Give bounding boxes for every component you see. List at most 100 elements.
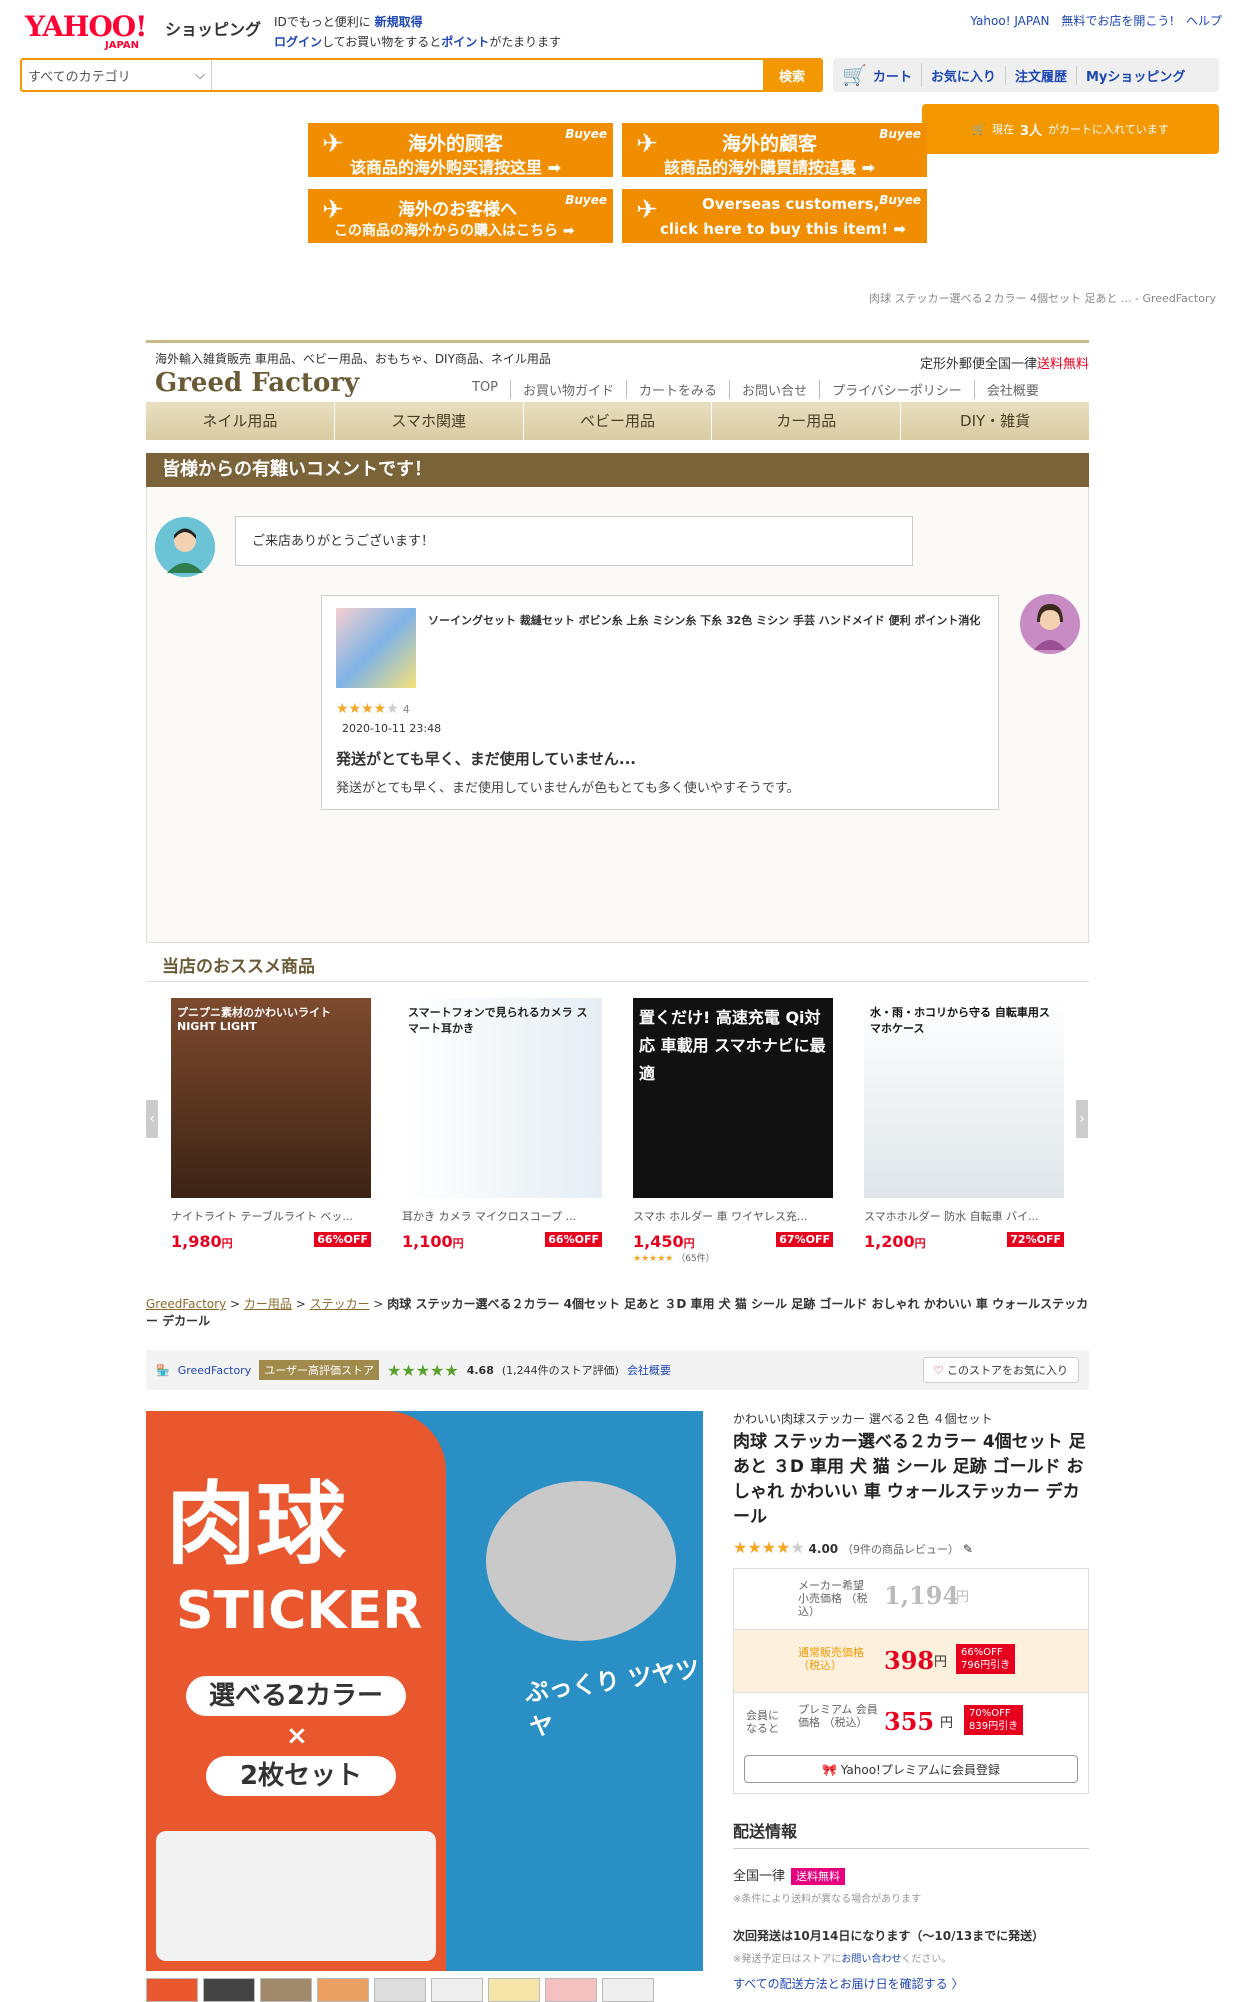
write-review-icon[interactable]: ✎: [963, 1542, 973, 1556]
breadcrumb-car[interactable]: カー用品: [244, 1297, 292, 1311]
airplane-icon: ✈: [636, 129, 658, 159]
normal-discount-badge: 66%OFF 796円引き: [956, 1644, 1016, 1674]
breadcrumb-sticker[interactable]: ステッカー: [310, 1297, 370, 1311]
recommend-item[interactable]: 水・雨・ホコリから守る 自転車用スマホケース スマホホルダー 防水 自転車 バイ…: [864, 998, 1064, 1251]
store-menu-cart[interactable]: カートをみる: [627, 380, 731, 399]
store-name[interactable]: Greed Factory: [155, 368, 359, 398]
store-cat-nail[interactable]: ネイル用品: [146, 402, 335, 440]
thumbnail[interactable]: [203, 1978, 255, 2002]
points-link[interactable]: ポイント: [441, 35, 489, 49]
product-thumbnails: [146, 1978, 703, 2002]
discount-badge: 66%OFF: [314, 1232, 371, 1247]
carousel-next-button[interactable]: ›: [1076, 1100, 1088, 1138]
store-link[interactable]: GreedFactory: [178, 1364, 252, 1377]
product-catch: かわいい肉球ステッカー 選べる２色 ４個セット: [733, 1412, 993, 1426]
cart-icon: 🛒: [972, 122, 986, 136]
store-rating-stars: ★★★★★: [387, 1360, 459, 1380]
buyee-banner-en[interactable]: ✈ Overseas customers, click here to buy …: [622, 189, 927, 245]
review-date: 2020-10-11 23:48: [342, 722, 442, 735]
thumbnail[interactable]: [431, 1978, 483, 2002]
product-review-link[interactable]: （9件の商品レビュー）: [842, 1543, 959, 1556]
search-button[interactable]: 検索: [763, 60, 821, 90]
thumbnail[interactable]: [374, 1978, 426, 2002]
thumbnail[interactable]: [317, 1978, 369, 2002]
thumbnail[interactable]: [488, 1978, 540, 2002]
review-product-thumbnail[interactable]: [336, 608, 416, 688]
shipping-flat: 全国一律 送料無料 ※条件により送料が異なる場合があります: [733, 1868, 922, 1905]
store-menu-contact[interactable]: お問い合せ: [730, 380, 821, 399]
recommend-item-image[interactable]: スマートフォンで見られるカメラ スマート耳かき: [402, 998, 602, 1198]
breadcrumb-store[interactable]: GreedFactory: [146, 1297, 226, 1311]
store-menu-top[interactable]: TOP: [460, 380, 512, 399]
store-info-bar: 🏪 GreedFactory ユーザー高評価ストア ★★★★★ 4.68 (1,…: [146, 1350, 1089, 1390]
chevron-down-icon: ⌵: [195, 67, 205, 83]
normal-price-row: 通常販売価格 （税込） 398 円 66%OFF 796円引き: [734, 1629, 1088, 1693]
shipping-title: 配送情報: [733, 1818, 1089, 1849]
search-bar: すべてのカテゴリ ⌵ 検索: [20, 58, 823, 92]
recommend-item-image[interactable]: プニプニ素材のかわいいライト NIGHT LIGHT: [171, 998, 371, 1198]
cart-link[interactable]: 🛒 カート: [833, 63, 922, 87]
thumbnail[interactable]: [545, 1978, 597, 2002]
open-store-link[interactable]: 無料でお店を開こう!: [1061, 14, 1174, 28]
thumbnail[interactable]: [602, 1978, 654, 2002]
thumbnail[interactable]: [146, 1978, 198, 2002]
recommend-item[interactable]: 置くだけ! 高速充電 Qi対応 車載用 スマホナビに最適 スマホ ホルダー 車 …: [633, 998, 833, 1264]
store-cat-smartphone[interactable]: スマホ関連: [335, 402, 524, 440]
customer-review-card[interactable]: ソーイングセット 裁縫セット ボビン糸 上糸 ミシン糸 下糸 32色 ミシン 手…: [321, 595, 999, 810]
carousel-prev-button[interactable]: ‹: [146, 1100, 158, 1138]
recommend-item[interactable]: プニプニ素材のかわいいライト NIGHT LIGHT ナイトライト テーブルライ…: [171, 998, 371, 1251]
heart-icon: ♡: [933, 1364, 944, 1377]
store-menu-guide[interactable]: お買い物ガイド: [511, 380, 628, 399]
store-menu-privacy[interactable]: プライバシーポリシー: [820, 380, 975, 399]
high-rating-badge: ユーザー高評価ストア: [259, 1360, 379, 1380]
help-link[interactable]: ヘルプ: [1186, 14, 1222, 28]
free-shipping-badge: 送料無料: [791, 1868, 846, 1885]
yahoo-shopping-logo[interactable]: YAHOO! JAPAN ショッピング: [25, 10, 275, 51]
yahoo-japan-link[interactable]: Yahoo! JAPAN: [970, 14, 1049, 28]
discount-badge: 72%OFF: [1007, 1232, 1064, 1247]
review-product-title[interactable]: ソーイングセット 裁縫セット ボビン糸 上糸 ミシン糸 下糸 32色 ミシン 手…: [428, 612, 988, 628]
review-rating: ★★★★★ 4: [336, 701, 410, 717]
all-shipping-link[interactable]: すべての配送方法とお届け日を確認する 〉: [733, 1975, 964, 1992]
premium-signup-button[interactable]: 🎀 Yahoo!プレミアムに会員登録: [744, 1755, 1078, 1783]
review-title: 発送がとても早く、まだ使用していません...: [336, 750, 636, 768]
category-select[interactable]: すべてのカテゴリ ⌵: [22, 60, 212, 90]
favorites-link[interactable]: お気に入り: [922, 65, 1006, 85]
product-title: 肉球 ステッカー選べる２カラー 4個セット 足あと ３D 車用 犬 猫 シール …: [733, 1432, 1086, 1527]
recommend-item-image[interactable]: 水・雨・ホコリから守る 自転車用スマホケース: [864, 998, 1064, 1198]
login-link[interactable]: ログイン: [274, 35, 322, 49]
store-cat-car[interactable]: カー用品: [712, 402, 902, 440]
buyee-banner-zh-cn[interactable]: ✈ 海外的顾客 该商品的海外购买请按这里 ➡ Buyee: [308, 123, 613, 179]
page-title-crumb: 肉球 ステッカー選べる２カラー 4個セット 足あと ... - GreedFac…: [869, 292, 1216, 305]
recommend-item[interactable]: スマートフォンで見られるカメラ スマート耳かき 耳かき カメラ マイクロスコープ…: [402, 998, 602, 1251]
store-cat-diy[interactable]: DIY・雑貨: [901, 402, 1089, 440]
next-shipping: 次回発送は10月14日になります（〜10/13までに発送） ※発送予定日はストア…: [733, 1929, 1045, 1965]
search-input[interactable]: [212, 60, 763, 90]
order-history-link[interactable]: 注文履歴: [1006, 65, 1077, 85]
store-cat-baby[interactable]: ベビー用品: [524, 402, 713, 440]
review-body: 発送がとても早く、まだ使用していませんが色もとても多く使いやすそうです。: [336, 781, 800, 796]
airplane-icon: ✈: [322, 129, 344, 159]
breadcrumb: GreedFactory > カー用品 > ステッカー > 肉球 ステッカー選べ…: [146, 1297, 1089, 1328]
airplane-icon: ✈: [636, 195, 658, 225]
signup-link[interactable]: 新規取得: [375, 15, 423, 29]
store-menu-company[interactable]: 会社概要: [975, 380, 1051, 399]
discount-badge: 67%OFF: [776, 1232, 833, 1247]
my-shopping-link[interactable]: Myショッピング: [1077, 66, 1194, 85]
favorite-store-button[interactable]: ♡ このストアをお気に入り: [922, 1357, 1079, 1383]
store-menu: TOP お買い物ガイド カートをみる お問い合せ プライバシーポリシー 会社概要: [460, 380, 1051, 399]
contact-link[interactable]: お問い合わせ: [841, 1954, 901, 1965]
thumbnail[interactable]: [260, 1978, 312, 2002]
store-header-divider: [146, 340, 1089, 343]
item-review-count: ★★★★★ （65件）: [633, 1254, 715, 1264]
recommend-item-image[interactable]: 置くだけ! 高速充電 Qi対応 車載用 スマホナビに最適: [633, 998, 833, 1198]
ribbon-icon: 🎀: [821, 1763, 837, 1777]
company-info-link[interactable]: 会社概要: [627, 1362, 671, 1378]
buyee-banner-ja[interactable]: ✈ 海外のお客様へ この商品の海外からの購入はこちら ➡ Buyee: [308, 189, 613, 245]
premium-price-row: 会員に なると プレミアム 会員価格 （税込） 355 円 70%OFF 839円…: [734, 1691, 1088, 1753]
cart-popup: 🛒 現在 3人 がカートに入れています: [922, 104, 1219, 154]
discount-badge: 66%OFF: [545, 1232, 602, 1247]
product-main-image[interactable]: 肉球 STICKER 選べる2カラー × 2枚セット ぷっくり ツヤツヤ: [146, 1411, 703, 1971]
cart-icon: 🛒: [842, 63, 867, 87]
buyee-banner-zh-tw[interactable]: ✈ 海外的顧客 該商品的海外購買請按這裏 ➡ Buyee: [622, 123, 927, 179]
